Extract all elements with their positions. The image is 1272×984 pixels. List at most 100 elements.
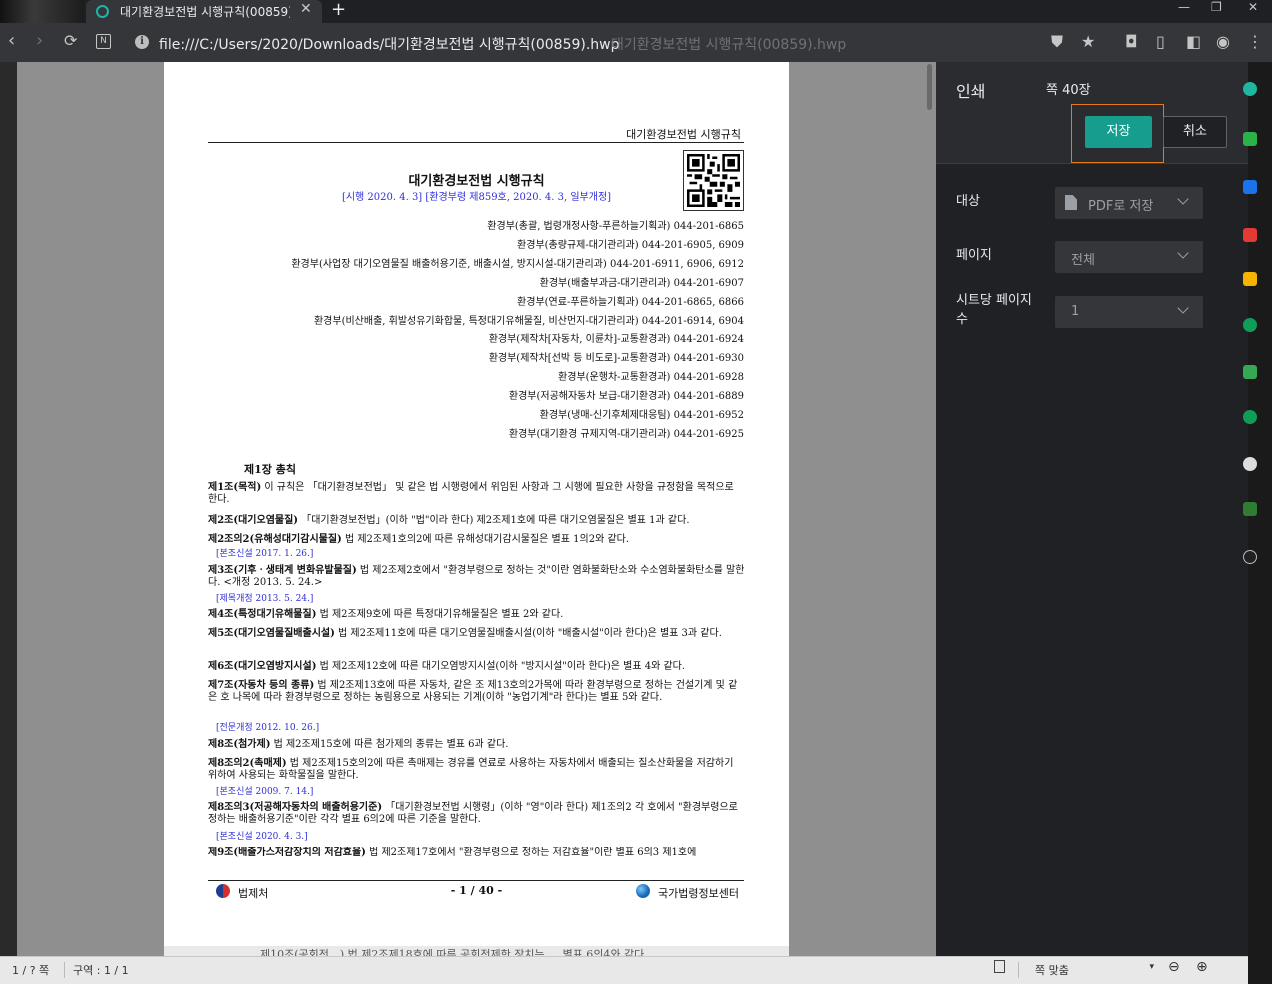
sidebar-icon[interactable]: ◧: [1186, 33, 1201, 51]
side-app-icon[interactable]: [1243, 132, 1257, 146]
viewer-scrollbar[interactable]: [927, 64, 932, 110]
maximize-button[interactable]: ❐: [1211, 0, 1222, 14]
zoom-select[interactable]: 쪽 맞춤 ▾: [1018, 962, 1158, 978]
document-subtitle: [시행 2020. 4. 3] [환경부령 제859호, 2020. 4. 3,…: [341, 192, 612, 203]
side-app-icon[interactable]: [1243, 550, 1257, 564]
article-9: 제9조(배출가스저감장치의 저감효율) 법 제2조제17호에서 "환경부령으로 …: [208, 847, 745, 859]
article-heading: 제4조(특정대기유해물질): [208, 609, 317, 620]
law-center-logo-icon: [636, 884, 650, 898]
article-heading: 제8조(첨가제): [208, 739, 271, 750]
article-3: 제3조(기후ㆍ생태계 변화유발물질) 법 제2조제2호에서 "환경부령으로 정하…: [208, 565, 745, 589]
chevron-down-icon: [1177, 247, 1189, 259]
pages-label: 페이지: [956, 248, 992, 263]
chevron-down-icon: [1177, 302, 1189, 314]
article-8-2: 제8조의2(촉매제) 법 제2조제15호의2에 따른 촉매제는 경유를 연료로 …: [208, 758, 745, 782]
star-icon[interactable]: ★: [1081, 33, 1095, 51]
article-heading: 제8조의2(촉매제): [208, 758, 287, 769]
page-view-icon[interactable]: [994, 960, 1005, 973]
header-rule: [208, 142, 744, 143]
pages-value: 전체: [1071, 253, 1095, 268]
article-heading: 제7조(자동차 등의 종류): [208, 680, 315, 691]
amendment-note: [본조신설 2009. 7. 14.]: [216, 787, 314, 797]
zoom-in-icon[interactable]: ⊕: [1196, 959, 1208, 975]
side-app-icon[interactable]: [1243, 318, 1257, 332]
contact-line: 환경부(제작차[자동차, 이륜차]-교통환경과) 044-201-6924: [488, 334, 744, 345]
window-close-button[interactable]: ✕: [1248, 0, 1258, 14]
reader-icon[interactable]: ▯: [1156, 33, 1165, 51]
tab-active[interactable]: 대기환경보전법 시행규칙(00859) ✕: [86, 0, 322, 23]
article-body: 법 제2조제11호에 따른 대기오염물질배출시설(이하 "배출시설"이라 한다)…: [334, 628, 722, 639]
reader-n-icon[interactable]: N: [96, 34, 111, 49]
print-title: 인쇄: [956, 82, 986, 101]
article-1: 제1조(목적) 이 규칙은 「대기환경보전법」 및 같은 법 시행령에서 위임된…: [208, 482, 745, 506]
side-app-icon[interactable]: [1243, 228, 1257, 242]
contact-line: 환경부(비산배출, 휘발성유기화합물, 특정대기유해물질, 비산먼지-대기관리과…: [313, 316, 744, 327]
side-app-icon[interactable]: [1243, 82, 1257, 96]
running-header: 대기환경보전법 시행규칙: [626, 128, 741, 141]
shield-icon[interactable]: ⛊: [1051, 33, 1063, 51]
amendment-note: [본조신설 2017. 1. 26.]: [216, 549, 314, 559]
info-icon[interactable]: i: [135, 35, 149, 49]
article-2-2: 제2조의2(유해성대기감시물질) 법 제2조제1호의2에 따른 유해성대기감시물…: [208, 534, 745, 546]
contact-line: 환경부(총괄, 법령개정사항-푸른하늘기획과) 044-201-6865: [487, 221, 744, 232]
side-app-icon[interactable]: [1243, 457, 1257, 471]
side-app-icon[interactable]: [1243, 502, 1257, 516]
contact-line: 환경부(연료-푸른하늘기획과) 044-201-6865, 6866: [517, 297, 744, 308]
article-body: 「대기환경보전법」(이하 "법"이라 한다) 제2조제1호에 따른 대기오염물질…: [298, 515, 690, 526]
save-button[interactable]: 저장: [1085, 116, 1152, 148]
document-icon: [1065, 195, 1077, 210]
document-page: 대기환경보전법 시행규칙 대기환경보전법 시행규칙 [시행 2020. 4. 3…: [164, 62, 789, 946]
contact-line: 환경부(냉매-신기후체제대응팀) 044-201-6952: [539, 410, 744, 421]
new-tab-button[interactable]: +: [331, 0, 346, 20]
browser-menu-icon[interactable]: [0, 0, 84, 23]
tab-strip: 대기환경보전법 시행규칙(00859) ✕ + — ❐ ✕: [0, 0, 1272, 23]
article-6: 제6조(대기오염방지시설) 법 제2조제12호에 따른 대기오염방지시설(이하 …: [208, 661, 745, 673]
article-2: 제2조(대기오염물질) 「대기환경보전법」(이하 "법"이라 한다) 제2조제1…: [208, 515, 745, 527]
tab-close-button[interactable]: ✕: [300, 1, 312, 17]
amendment-note: [전문개정 2012. 10. 26.]: [216, 723, 320, 733]
article-8-3: 제8조의3(저공해자동차의 배출허용기준) 「대기환경보전법 시행령」(이하 "…: [208, 802, 745, 826]
camera-icon[interactable]: ◘: [1125, 33, 1138, 51]
amendment-note: [제목개정 2013. 5. 24.]: [216, 594, 314, 604]
contact-line: 환경부(운행차-교통환경과) 044-201-6928: [558, 372, 744, 383]
status-bar: 1 / ? 쪽 구역 : 1 / 1 쪽 맞춤 ▾ ⊖ ⊕: [0, 956, 1248, 984]
zoom-out-icon[interactable]: ⊖: [1168, 959, 1180, 975]
destination-label: 대상: [956, 194, 980, 209]
zoom-label: 쪽 맞춤: [1035, 964, 1069, 977]
pages-per-sheet-value: 1: [1071, 304, 1080, 319]
viewer-left-edge: [0, 62, 17, 956]
profile-icon[interactable]: ◉: [1216, 33, 1230, 51]
footer-rule: [208, 880, 744, 881]
side-app-icon[interactable]: [1243, 365, 1257, 379]
contact-line: 환경부(제작차[선박 등 비도로]-교통환경과) 044-201-6930: [488, 353, 744, 364]
minimize-button[interactable]: —: [1178, 0, 1190, 14]
side-app-icon[interactable]: [1243, 410, 1257, 424]
chevron-down-icon: [1177, 193, 1189, 205]
back-icon[interactable]: ‹: [8, 32, 15, 50]
menu-icon[interactable]: ⋮: [1247, 33, 1263, 51]
print-page-count: 쪽 40장: [1046, 83, 1091, 98]
section-indicator: 구역 : 1 / 1: [64, 962, 129, 978]
pages-per-sheet-select[interactable]: 1: [1055, 296, 1203, 328]
destination-select[interactable]: PDF로 저장: [1055, 187, 1203, 219]
article-heading: 제6조(대기오염방지시설): [208, 661, 317, 672]
article-heading: 제9조(배출가스저감장치의 저감효율): [208, 847, 366, 858]
contact-line: 환경부(저공해자동차 보급-대기환경과) 044-201-6889: [508, 391, 744, 402]
article-4: 제4조(특정대기유해물질) 법 제2조제9호에 따른 특정대기유해물질은 별표 …: [208, 609, 745, 621]
pages-select[interactable]: 전체: [1055, 241, 1203, 273]
side-app-icon[interactable]: [1243, 272, 1257, 286]
cancel-button[interactable]: 취소: [1163, 116, 1227, 148]
tab-favicon-icon: [96, 5, 109, 18]
address-bar[interactable]: file:///C:/Users/2020/Downloads/대기환경보전법 …: [159, 34, 620, 54]
address-suggestion: 대기환경보전법 시행규칙(00859).hwp: [611, 37, 847, 53]
article-body: 법 제2조제15호에 따른 첨가제의 종류는 별표 6과 같다.: [270, 739, 509, 750]
reload-icon[interactable]: ⟳: [64, 32, 77, 50]
amendment-note: [본조신설 2020. 4. 3.]: [216, 832, 308, 842]
contact-line: 환경부(대기환경 규제지역-대기관리과) 044-201-6925: [508, 429, 744, 440]
forward-icon[interactable]: ›: [36, 32, 43, 50]
pages-per-sheet-label: 시트당 페이지 수: [956, 293, 1032, 327]
footer-law-center: 국가법령정보센터: [658, 887, 739, 900]
article-heading: 제2조(대기오염물질): [208, 515, 299, 526]
side-app-icon[interactable]: [1243, 180, 1257, 194]
chapter-heading: 제1장 총칙: [244, 463, 296, 476]
